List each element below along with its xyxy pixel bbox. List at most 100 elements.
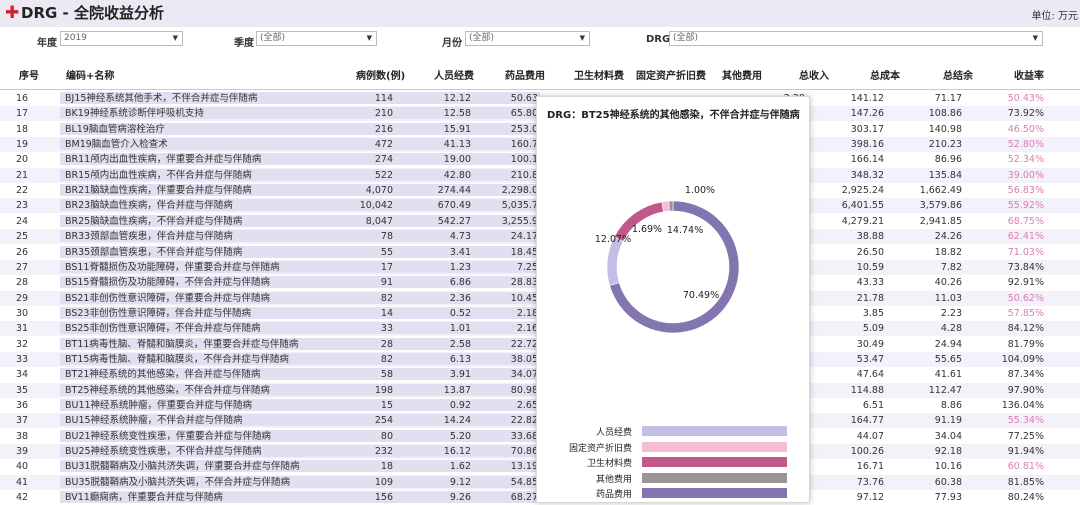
drg-name-cell: BU25神经系统变性疾患，不伴合并症与伴随病: [65, 446, 262, 458]
total-cost-cell: 2,925.24: [841, 185, 884, 197]
slice-label: 14.74%: [667, 225, 703, 236]
donut-slice[interactable]: [661, 200, 670, 213]
rate-cell: 56.83%: [1007, 185, 1044, 197]
total-cost-cell: 303.17: [850, 123, 884, 135]
cases-cell: 254: [374, 415, 393, 427]
rate-cell: 46.50%: [1007, 123, 1044, 135]
donut-slice[interactable]: [668, 200, 674, 212]
staff-cost-cell: 9.12: [449, 476, 471, 488]
drug-cost-cell: 10.45: [510, 292, 538, 304]
drug-cost-cell: 54.85: [510, 476, 538, 488]
rate-cell: 39.00%: [1007, 169, 1044, 181]
legend-label: 药品费用: [595, 490, 632, 500]
balance-cell: 140.98: [928, 123, 962, 135]
row-number: 39: [16, 446, 29, 458]
row-number: 19: [16, 139, 29, 151]
rate-cell: 71.03%: [1007, 246, 1044, 258]
col-header-no[interactable]: 序号: [19, 67, 39, 82]
row-number: 37: [16, 415, 29, 427]
row-number: 30: [16, 307, 29, 319]
row-number: 27: [16, 261, 29, 273]
col-header-revenue[interactable]: 总收入: [799, 67, 829, 82]
balance-cell: 92.18: [934, 446, 962, 458]
col-header-drug[interactable]: 药品费用: [505, 67, 545, 82]
col-header-name[interactable]: 编码+名称: [66, 67, 114, 82]
staff-cost-cell: 19.00: [443, 154, 471, 166]
drg-name-cell: BJ15神经系统其他手术，不伴合并症与伴随病: [65, 93, 258, 104]
balance-cell: 7.82: [940, 261, 962, 273]
rate-cell: 87.34%: [1007, 369, 1044, 381]
balance-cell: 86.96: [934, 154, 962, 166]
total-cost-cell: 53.47: [856, 353, 884, 365]
drg-name-cell: BU21神经系统变性疾患，伴重要合并症与伴随病: [65, 430, 272, 442]
drg-name-cell: BT15病毒性脑、脊髓和脑膜炎，不伴合并症与伴随病: [65, 353, 289, 365]
drug-cost-cell: 38.05: [510, 353, 538, 365]
drug-cost-cell: 50.63: [510, 93, 538, 104]
legend-label: 卫生材料费: [586, 459, 632, 469]
drg-name-cell: BS15脊髓损伤及功能障碍，不伴合并症与伴随病: [65, 277, 270, 289]
row-number: 29: [16, 292, 29, 304]
drg-name-cell: BS21非创伤性意识障碍，伴重要合并症与伴随病: [65, 292, 270, 304]
quarter-filter-select[interactable]: (全部) ▼: [256, 31, 377, 46]
staff-cost-cell: 1.62: [449, 461, 471, 473]
drug-cost-cell: 33.68: [510, 430, 538, 442]
rate-cell: 84.12%: [1007, 323, 1044, 335]
rate-cell: 97.90%: [1007, 384, 1044, 396]
col-header-cases[interactable]: 病例数(例): [356, 67, 405, 82]
cases-cell: 80: [380, 430, 393, 442]
drg-filter-select[interactable]: (全部) ▼: [669, 31, 1043, 46]
drg-name-cell: BU15神经系统肿瘤，不伴合并症与伴随病: [65, 415, 243, 427]
month-filter-select[interactable]: (全部) ▼: [465, 31, 590, 46]
col-header-other[interactable]: 其他费用: [722, 67, 762, 82]
drug-cost-cell: 65.80: [510, 108, 538, 120]
row-number: 35: [16, 384, 29, 396]
drg-name-cell: BR23脑缺血性疾病，伴合并症与伴随病: [65, 200, 233, 212]
total-cost-cell: 164.77: [850, 415, 884, 427]
balance-cell: 55.65: [934, 353, 962, 365]
cases-cell: 58: [380, 369, 393, 381]
cases-cell: 109: [374, 476, 393, 488]
row-number: 21: [16, 169, 29, 181]
cases-cell: 114: [374, 93, 393, 104]
rate-cell: 50.62%: [1007, 292, 1044, 304]
total-cost-cell: 6,401.55: [841, 200, 884, 212]
col-header-staff[interactable]: 人员经费: [434, 67, 474, 82]
balance-cell: 210.23: [928, 139, 962, 151]
row-number: 33: [16, 353, 29, 365]
col-header-rate[interactable]: 收益率: [1014, 67, 1044, 82]
staff-cost-cell: 14.24: [443, 415, 471, 427]
total-cost-cell: 10.59: [856, 261, 884, 273]
cases-cell: 4,070: [365, 185, 393, 197]
balance-cell: 71.17: [934, 93, 962, 104]
staff-cost-cell: 2.36: [449, 292, 471, 304]
balance-cell: 10.16: [934, 461, 962, 473]
drg-name-cell: BR35颈部血管疾患，不伴合并症与伴随病: [65, 246, 243, 258]
drug-cost-cell: 2.16: [516, 323, 538, 335]
staff-cost-cell: 0.52: [449, 307, 471, 319]
total-cost-cell: 30.49: [856, 338, 884, 350]
cases-cell: 472: [374, 139, 393, 151]
col-header-cost[interactable]: 总成本: [870, 67, 900, 82]
col-header-depreciation[interactable]: 固定资产折旧费: [636, 67, 706, 82]
rate-cell: 136.04%: [1001, 400, 1044, 411]
rate-cell: 68.75%: [1007, 215, 1044, 227]
col-header-material[interactable]: 卫生材料费: [574, 67, 624, 82]
rate-cell: 104.09%: [1001, 353, 1044, 365]
slice-label: 1.69%: [632, 224, 662, 235]
cases-cell: 216: [374, 123, 393, 135]
drg-filter-label: DRG: [646, 34, 671, 45]
rate-cell: 91.94%: [1007, 446, 1044, 458]
donut-chart: 1.00% 12.07%1.69% 14.74% 70.49%: [595, 185, 740, 334]
staff-cost-cell: 2.58: [449, 338, 471, 350]
staff-cost-cell: 3.91: [449, 369, 471, 381]
year-filter-select[interactable]: 2019 ▼: [60, 31, 183, 46]
balance-cell: 24.94: [934, 338, 962, 350]
balance-cell: 11.03: [934, 292, 962, 304]
cases-cell: 33: [380, 323, 393, 335]
col-header-balance[interactable]: 总结余: [943, 67, 973, 82]
row-number: 36: [16, 400, 29, 411]
chevron-down-icon: ▼: [366, 34, 372, 42]
slice-label: 1.00%: [685, 185, 715, 196]
staff-cost-cell: 42.80: [443, 169, 471, 181]
cases-cell: 18: [380, 461, 393, 473]
